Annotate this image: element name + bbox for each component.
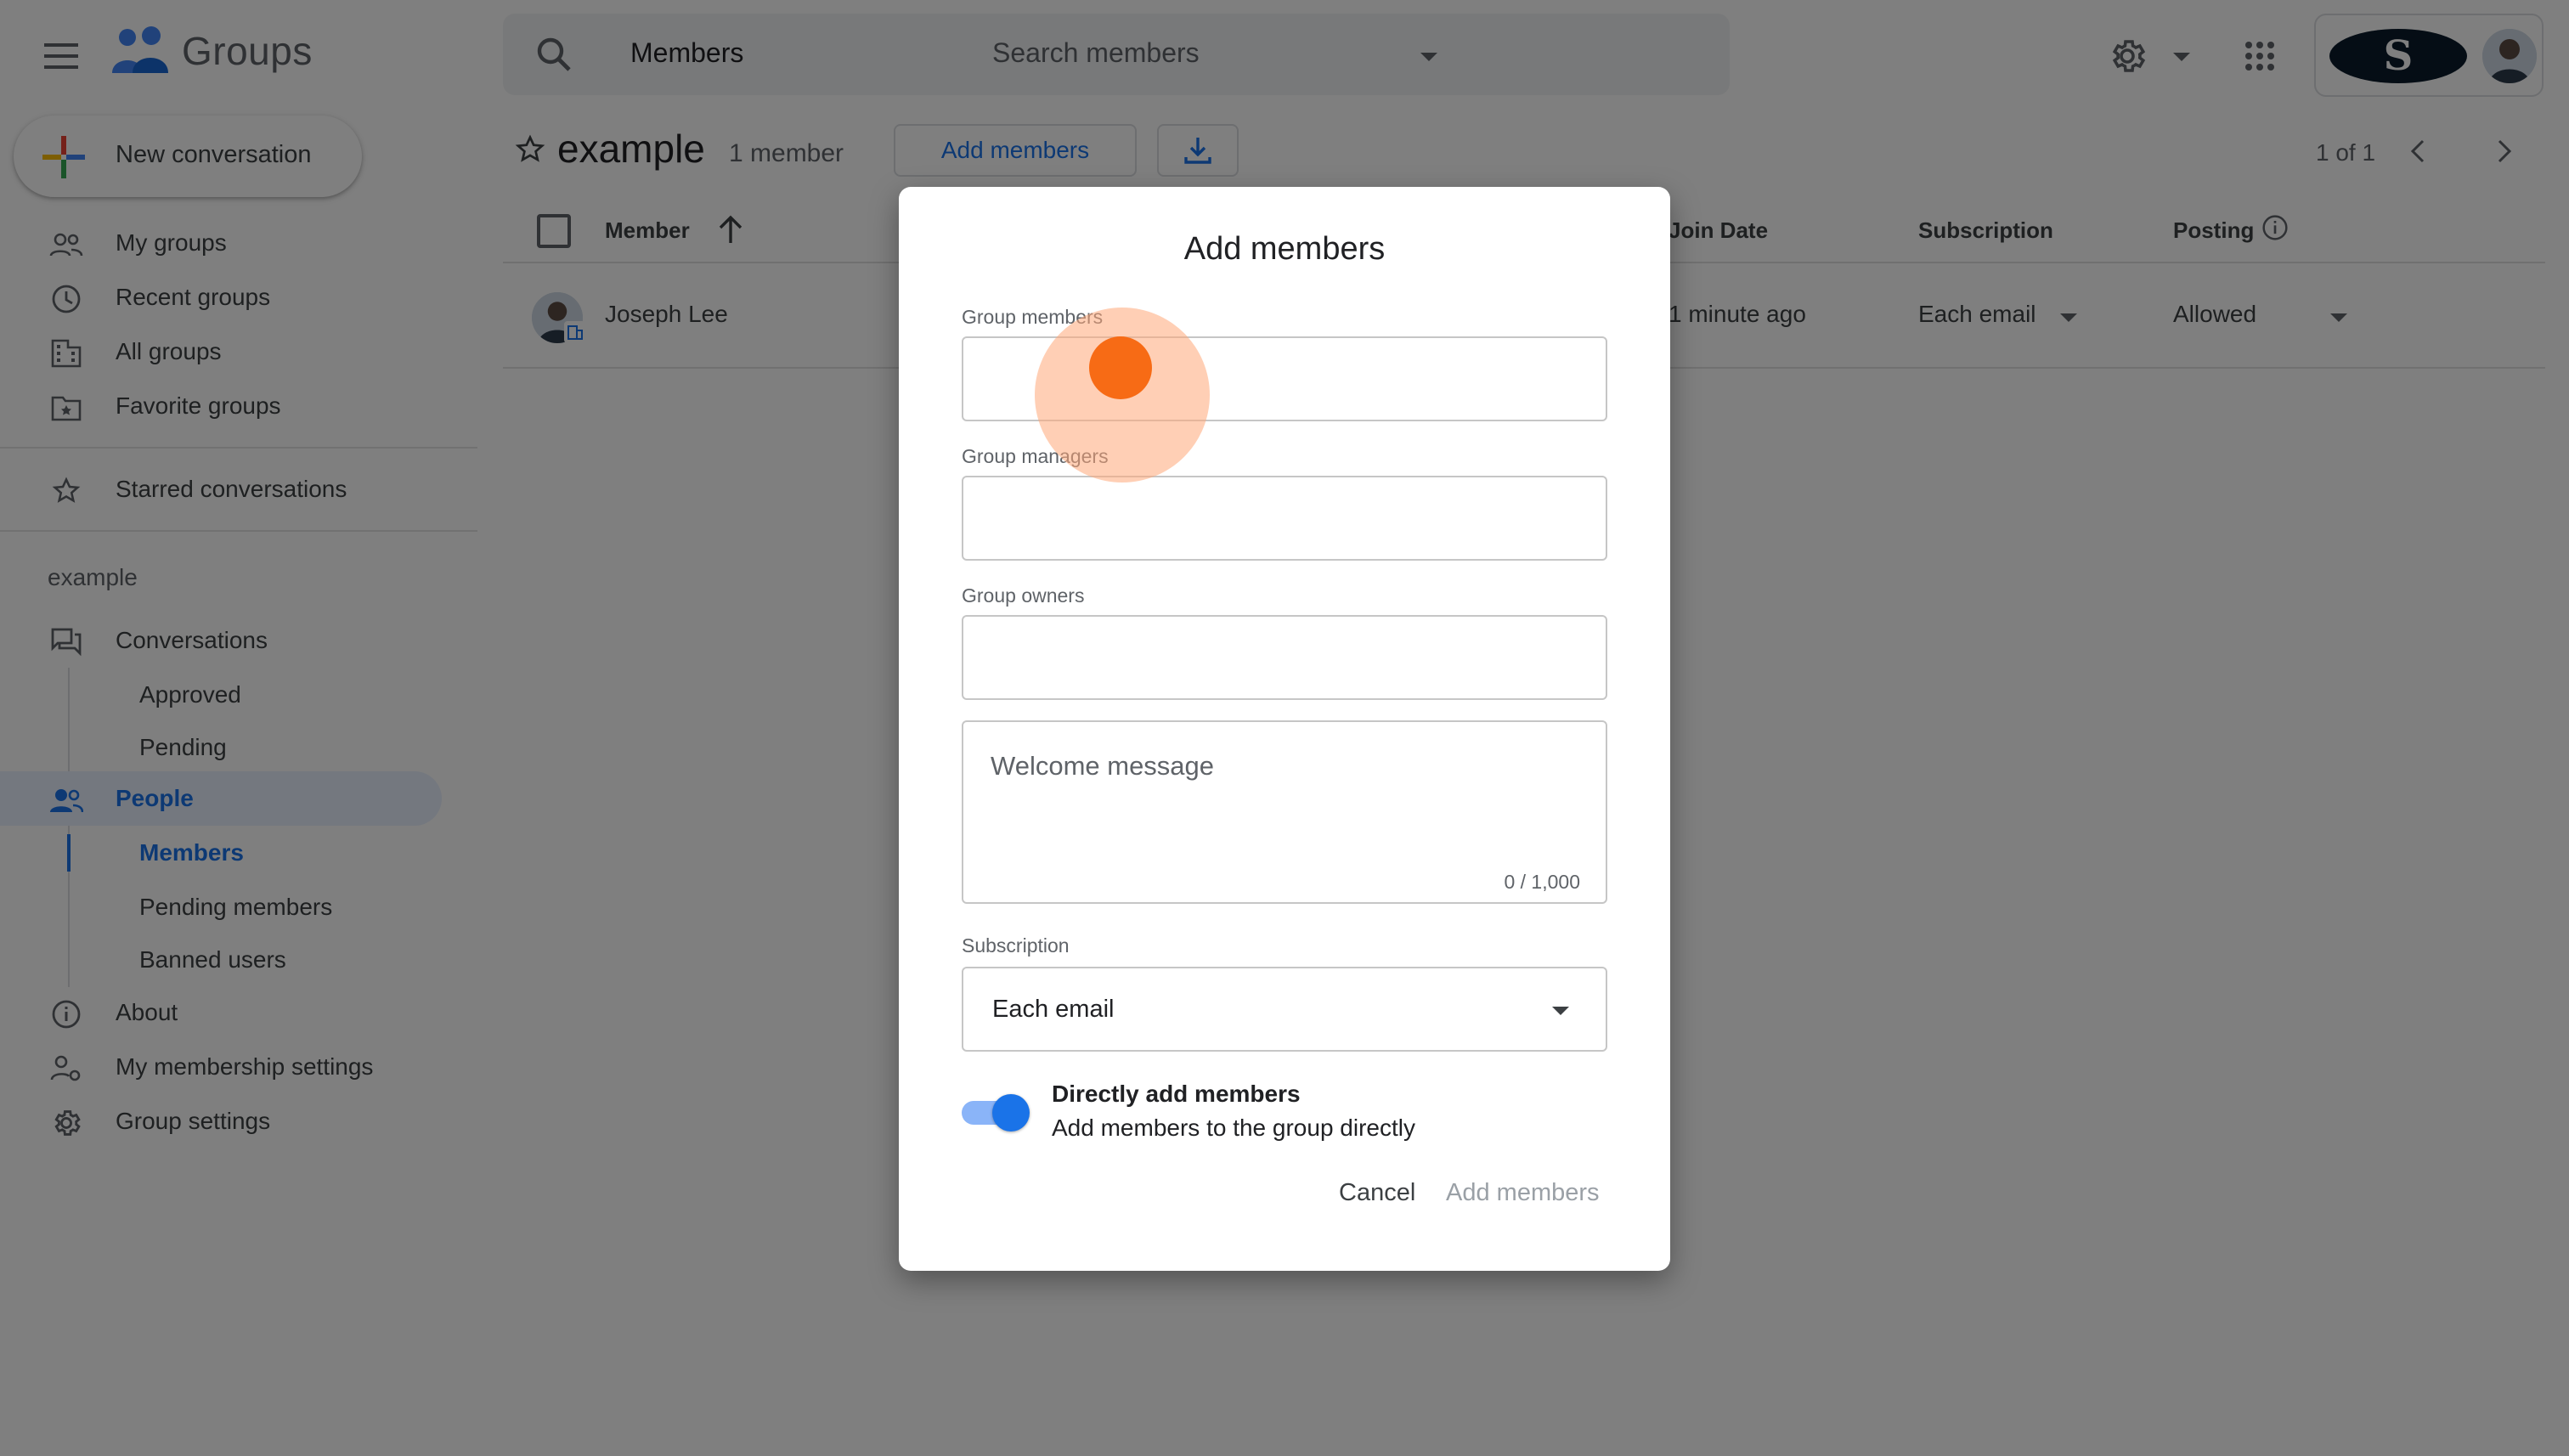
group-managers-input[interactable] — [962, 476, 1607, 561]
cancel-button[interactable]: Cancel — [1339, 1172, 1415, 1214]
toggle-description: Add members to the group directly — [1052, 1115, 1415, 1141]
group-owners-label: Group owners — [962, 584, 1085, 607]
welcome-message-placeholder: Welcome message — [991, 751, 1215, 781]
toggle-thumb — [992, 1094, 1030, 1132]
subscription-label: Subscription — [962, 934, 1070, 957]
character-counter: 0 / 1,000 — [1504, 871, 1580, 893]
toggle-title: Directly add members — [1052, 1081, 1301, 1107]
directly-add-toggle[interactable] — [962, 1094, 1030, 1132]
subscription-select[interactable]: Each email — [962, 967, 1607, 1052]
dialog-title: Add members — [1183, 231, 1386, 267]
click-indicator-dot — [1089, 336, 1152, 399]
add-members-dialog: Add members Group members Group managers… — [899, 187, 1670, 1271]
chevron-down-icon — [1552, 1007, 1569, 1015]
welcome-message-textarea[interactable]: Welcome message 0 / 1,000 — [962, 720, 1607, 904]
subscription-value: Each email — [992, 996, 1115, 1023]
group-owners-input[interactable] — [962, 615, 1607, 700]
add-members-submit-button[interactable]: Add members — [1446, 1172, 1600, 1214]
